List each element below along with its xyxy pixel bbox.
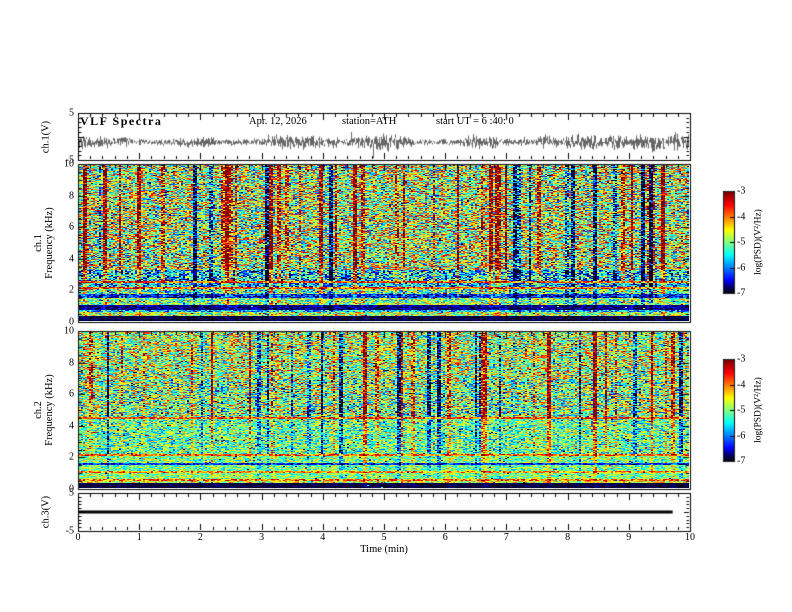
volt-tick-label: 5: [69, 487, 74, 499]
freq-tick-label: 4: [69, 253, 74, 265]
freq-tick-label: 6: [69, 388, 74, 400]
x-tick-label: 5: [381, 532, 387, 543]
ch2-channel-label: ch.2: [33, 401, 44, 419]
colorbar-tick-label: -7: [737, 287, 746, 299]
x-tick-label: 0: [75, 532, 81, 543]
colorbar-tick-label: -4: [737, 211, 746, 222]
station-label: station=ATH: [342, 116, 397, 127]
freq-tick-label: 2: [69, 451, 74, 463]
ch1-freq-axis-label: ch.1 Frequency (kHz): [33, 207, 55, 278]
x-tick-label: 8: [565, 532, 571, 543]
x-tick-label: 7: [503, 532, 509, 543]
colorbar-tick-label: -3: [737, 185, 746, 197]
colorbar1-label: log(PSD)(V²/Hz): [753, 209, 764, 275]
ch1-freq-unit-label: Frequency (kHz): [44, 207, 55, 279]
colorbar-tick-label: -3: [737, 353, 746, 365]
date-label: Apr. 12, 2026: [249, 116, 307, 127]
axes-overlay-canvas: [0, 0, 792, 612]
x-tick-label: 2: [197, 532, 203, 543]
freq-tick-label: 2: [69, 284, 74, 296]
volt-tick-label: 5: [69, 107, 74, 119]
freq-tick-label: 4: [69, 420, 74, 432]
x-tick-label: 9: [626, 532, 632, 543]
colorbar-tick-label: -4: [737, 379, 746, 390]
colorbar2-label: log(PSD)(V²/Hz): [753, 377, 764, 443]
colorbar-tick-label: -5: [737, 404, 746, 416]
colorbar-tick-label: -7: [737, 455, 746, 467]
colorbar-tick-label: -5: [737, 236, 746, 248]
x-tick-label: 10: [685, 532, 695, 543]
ch1-channel-label: ch.1: [33, 234, 44, 252]
x-tick-label: 3: [259, 532, 265, 543]
colorbar-tick-label: -6: [737, 430, 746, 441]
x-tick-label: 6: [442, 532, 448, 543]
ch2-freq-axis-label: ch.2 Frequency (kHz): [33, 374, 55, 445]
volt-tick-label: -5: [65, 154, 74, 166]
x-tick-label: 4: [320, 532, 326, 543]
ch1-volt-axis-label: ch.1(V): [40, 120, 52, 154]
plot-title: VLF Spectra: [80, 114, 163, 128]
ch3-volt-axis-label: ch.3(V): [40, 495, 52, 529]
freq-tick-label: 8: [69, 190, 74, 202]
ch2-freq-unit-label: Frequency (kHz): [44, 374, 55, 446]
volt-tick-label: -5: [65, 525, 74, 537]
freq-tick-label: 6: [69, 221, 74, 233]
start-ut-label: start UT = 6 :40: 0: [436, 116, 514, 127]
colorbar-tick-label: -6: [737, 262, 746, 273]
time-axis-label: Time (min): [360, 544, 408, 555]
x-tick-label: 1: [136, 532, 142, 543]
vlf-spectra-figure: VLF Spectra Apr. 12, 2026 station=ATH st…: [0, 0, 792, 612]
freq-tick-label: 10: [64, 325, 74, 337]
freq-tick-label: 8: [69, 357, 74, 369]
